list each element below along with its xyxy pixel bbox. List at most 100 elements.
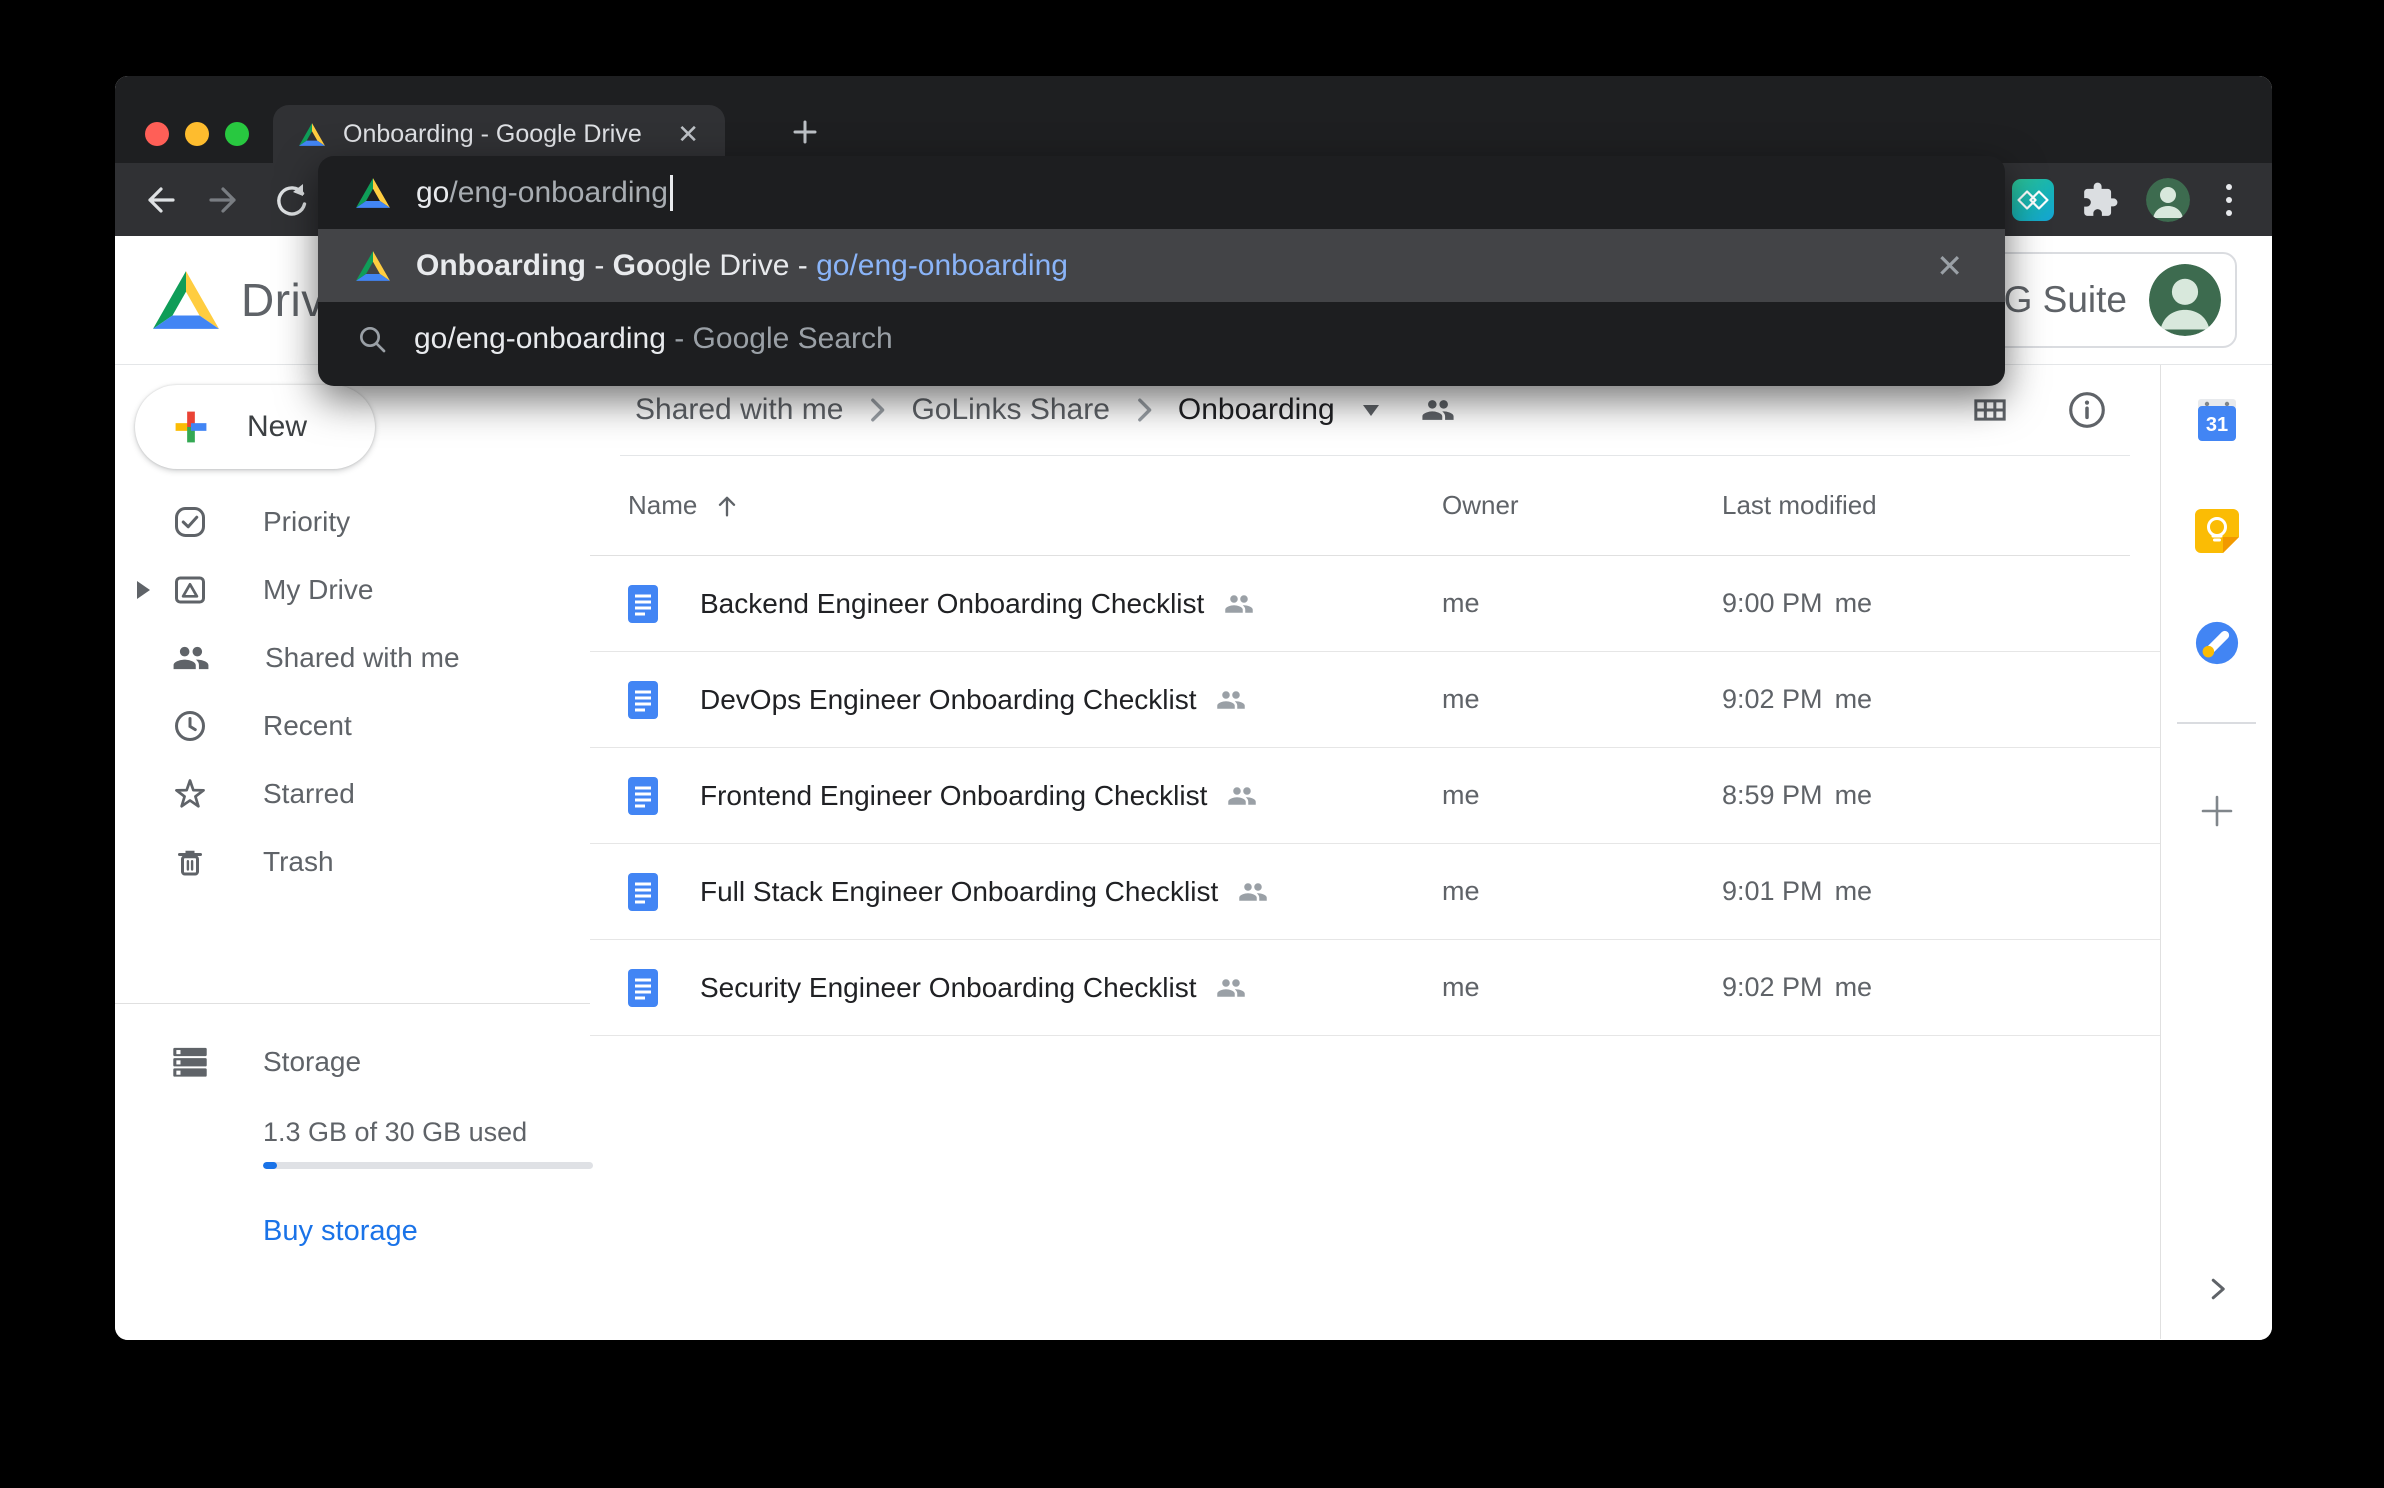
extensions-puzzle-icon[interactable] xyxy=(2080,180,2120,220)
omnibox-dropdown: go/eng-onboarding Onboarding - Google Dr… xyxy=(318,156,2005,386)
new-tab-button[interactable] xyxy=(783,110,827,154)
sidebar-divider xyxy=(115,1003,590,1004)
breadcrumb-chevron-icon xyxy=(1134,396,1154,424)
drive-favicon-icon xyxy=(356,251,390,281)
column-header-owner[interactable]: Owner xyxy=(1442,490,1722,521)
close-window-button[interactable] xyxy=(145,122,169,146)
tab-close-icon[interactable]: ✕ xyxy=(673,117,703,151)
file-modified-time: 8:59 PM xyxy=(1722,780,1823,810)
file-modified-by: me xyxy=(1835,780,1873,810)
browser-tab[interactable]: Onboarding - Google Drive ✕ xyxy=(273,105,725,163)
account-avatar[interactable] xyxy=(2149,264,2221,336)
storage-progress-fill xyxy=(263,1162,277,1169)
file-modified-time: 9:02 PM xyxy=(1722,684,1823,714)
file-shared-icon xyxy=(1238,877,1268,907)
svg-text:31: 31 xyxy=(2205,414,2227,436)
drive-logo-icon xyxy=(153,271,219,329)
file-owner: me xyxy=(1442,780,1722,811)
file-list-panel: Shared with me GoLinks Share Onboarding xyxy=(590,365,2160,1339)
breadcrumb-current-folder[interactable]: Onboarding xyxy=(1178,393,1335,427)
breadcrumb-shared-with-me[interactable]: Shared with me xyxy=(635,393,843,427)
sidebar-item-storage[interactable]: Storage xyxy=(115,1028,590,1096)
breadcrumb-golinks-share[interactable]: GoLinks Share xyxy=(911,393,1109,427)
docs-file-icon xyxy=(628,681,658,719)
table-row[interactable]: DevOps Engineer Onboarding Checklist me … xyxy=(590,652,2160,748)
browser-window: Onboarding - Google Drive ✕ xyxy=(115,76,2272,1340)
breadcrumb-chevron-icon xyxy=(867,396,887,424)
new-plus-icon xyxy=(169,405,213,449)
table-row[interactable]: Security Engineer Onboarding Checklist m… xyxy=(590,940,2160,1036)
drive-favicon-icon xyxy=(356,178,390,208)
add-panel-app-button[interactable] xyxy=(2195,789,2239,838)
docs-file-icon xyxy=(628,585,658,623)
file-modified-by: me xyxy=(1835,684,1873,714)
priority-icon xyxy=(172,504,208,540)
sidebar-item-priority[interactable]: Priority xyxy=(115,488,590,556)
browser-profile-avatar[interactable] xyxy=(2146,178,2190,222)
clock-icon xyxy=(172,708,208,744)
sort-ascending-icon[interactable] xyxy=(713,492,741,520)
docs-file-icon xyxy=(628,777,658,815)
hide-side-panel-button[interactable] xyxy=(2202,1274,2232,1309)
calendar-icon[interactable]: 31 xyxy=(2195,398,2239,447)
sidebar-item-recent[interactable]: Recent xyxy=(115,692,590,760)
breadcrumb: Shared with me GoLinks Share Onboarding xyxy=(635,393,1970,427)
sidebar-item-my-drive[interactable]: My Drive xyxy=(115,556,590,624)
file-name: Frontend Engineer Onboarding Checklist xyxy=(700,780,1207,812)
sidebar-item-label: Priority xyxy=(263,506,350,538)
gsuite-badge: G Suite xyxy=(1976,252,2237,348)
sidebar-item-label: Trash xyxy=(263,846,334,878)
grid-view-button[interactable] xyxy=(1970,390,2010,430)
docs-file-icon xyxy=(628,873,658,911)
desktop-background: Onboarding - Google Drive ✕ xyxy=(0,0,2384,1488)
sidebar-item-trash[interactable]: Trash xyxy=(115,828,590,896)
folder-menu-caret-icon[interactable] xyxy=(1363,405,1379,416)
keep-icon[interactable] xyxy=(2195,509,2239,558)
tasks-icon[interactable] xyxy=(2194,620,2240,671)
url-input[interactable]: go/eng-onboarding xyxy=(416,175,673,211)
file-owner: me xyxy=(1442,588,1722,619)
table-header: Name Owner Last modified xyxy=(590,456,2160,555)
minimize-window-button[interactable] xyxy=(185,122,209,146)
drive-page: Drive G Suite xyxy=(115,236,2272,1340)
gsuite-label: G Suite xyxy=(2004,279,2127,321)
new-button-label: New xyxy=(247,410,307,444)
table-row[interactable]: Full Stack Engineer Onboarding Checklist… xyxy=(590,844,2160,940)
column-header-name[interactable]: Name xyxy=(628,490,697,521)
trash-icon xyxy=(172,844,208,880)
forward-button[interactable] xyxy=(205,180,245,220)
reload-button[interactable] xyxy=(271,180,311,220)
new-button[interactable]: New xyxy=(135,385,375,469)
suggestion-drive-result[interactable]: Onboarding - Google Drive - go/eng-onboa… xyxy=(318,229,2005,302)
folder-shared-icon xyxy=(1421,393,1455,427)
sidebar-item-shared-with-me[interactable]: Shared with me xyxy=(115,624,590,692)
file-modified-by: me xyxy=(1835,588,1873,618)
sidebar-item-label: Storage xyxy=(263,1046,361,1078)
zoom-window-button[interactable] xyxy=(225,122,249,146)
file-modified-by: me xyxy=(1835,876,1873,906)
info-button[interactable] xyxy=(2066,389,2108,431)
file-name: Full Stack Engineer Onboarding Checklist xyxy=(700,876,1218,908)
browser-menu-icon[interactable] xyxy=(2216,184,2242,216)
drive-sidebar: New Priority xyxy=(115,365,590,1339)
text-cursor xyxy=(670,175,673,211)
side-panel-rail: 31 xyxy=(2160,365,2272,1339)
table-row[interactable]: Frontend Engineer Onboarding Checklist m… xyxy=(590,748,2160,844)
file-name: Backend Engineer Onboarding Checklist xyxy=(700,588,1204,620)
file-modified-time: 9:00 PM xyxy=(1722,588,1823,618)
file-shared-icon xyxy=(1224,589,1254,619)
file-modified-time: 9:01 PM xyxy=(1722,876,1823,906)
back-button[interactable] xyxy=(139,180,179,220)
golinks-extension-icon[interactable] xyxy=(2012,179,2054,221)
storage-progress-bar xyxy=(263,1162,593,1169)
omnibox[interactable]: go/eng-onboarding xyxy=(318,156,2005,229)
table-row[interactable]: Backend Engineer Onboarding Checklist me… xyxy=(590,556,2160,652)
suggestion-google-search[interactable]: go/eng-onboarding - Google Search xyxy=(318,302,2005,375)
remove-suggestion-icon[interactable]: ✕ xyxy=(1930,246,1969,286)
expand-arrow-icon[interactable] xyxy=(137,581,150,599)
buy-storage-link[interactable]: Buy storage xyxy=(263,1215,418,1248)
rail-divider xyxy=(2177,722,2256,724)
sidebar-item-starred[interactable]: Starred xyxy=(115,760,590,828)
column-header-last-modified[interactable]: Last modified xyxy=(1722,490,2160,521)
docs-file-icon xyxy=(628,969,658,1007)
